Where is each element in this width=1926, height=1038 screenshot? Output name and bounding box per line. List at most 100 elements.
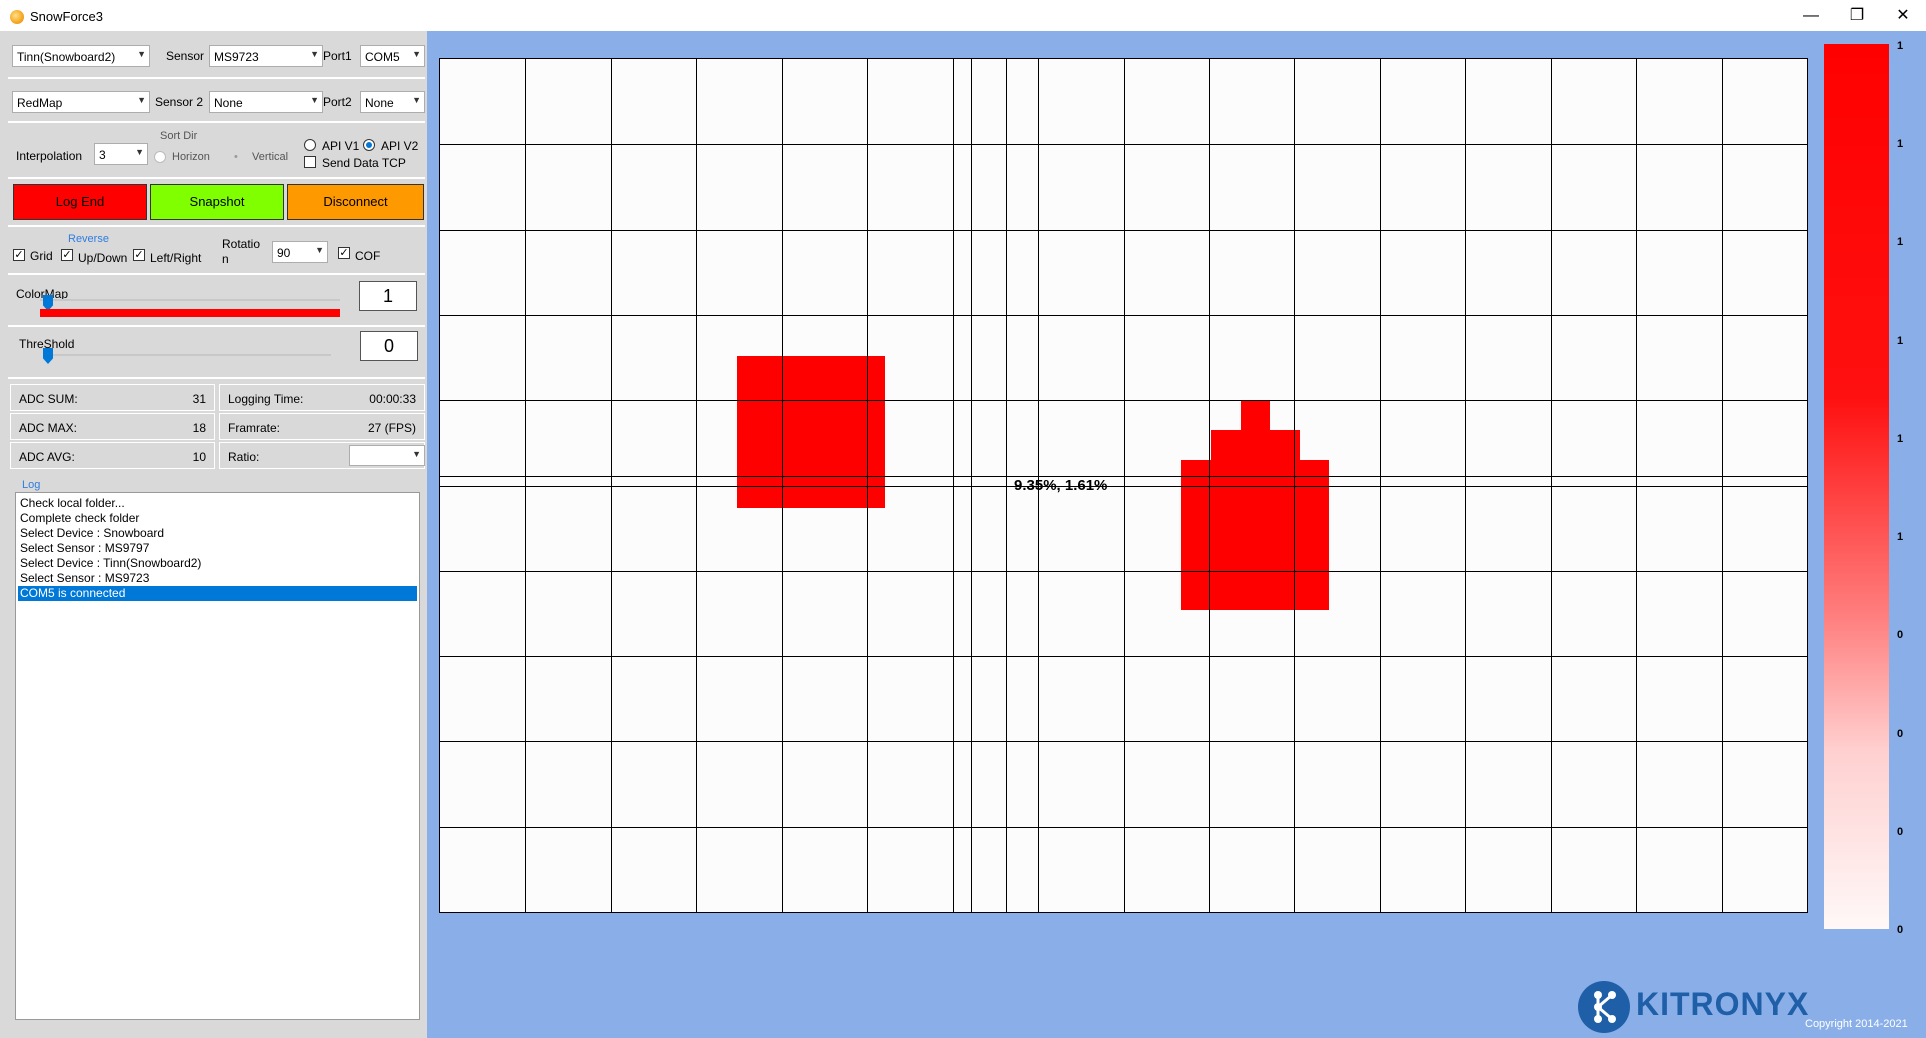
port1-value: COM5 [365, 50, 400, 64]
kitronyx-logo-text: KITRONYX [1636, 986, 1810, 1022]
logging-time-value: 00:00:33 [369, 392, 416, 406]
log-title: Log [22, 479, 41, 491]
chevron-down-icon: ▼ [137, 95, 146, 105]
adc-avg-label: ADC AVG: [19, 450, 75, 464]
log-item[interactable]: Select Device : Tinn(Snowboard2) [18, 556, 417, 571]
snapshot-button[interactable]: Snapshot [150, 184, 284, 220]
sort-dir-label: Sort Dir [160, 130, 198, 142]
chevron-down-icon: ▼ [412, 449, 421, 459]
api-v1-radio[interactable] [304, 139, 316, 151]
log-item[interactable]: COM5 is connected [18, 586, 417, 601]
port1-select[interactable]: COM5 ▼ [360, 45, 425, 67]
vertical-dot: • [234, 151, 238, 163]
updown-checkbox[interactable]: ✓ [61, 249, 73, 261]
framerate-cell: Framrate: 27 (FPS) [219, 413, 425, 440]
grid-checkbox[interactable]: ✓ [13, 249, 25, 261]
ratio-cell: Ratio: ▼ [219, 442, 425, 469]
logo-mark [1594, 991, 1616, 1023]
port2-select[interactable]: None ▼ [360, 91, 425, 113]
rotation-select[interactable]: 90 ▼ [272, 241, 328, 263]
api-v2-label: API V2 [381, 139, 419, 153]
log-list[interactable]: Check local folder... Complete check fold… [15, 492, 420, 1020]
sensor-value: MS9723 [214, 50, 259, 64]
device-select[interactable]: Tinn(Snowboard2) ▼ [12, 45, 150, 67]
threshold-slider-track [46, 354, 331, 356]
sensor2-label: Sensor 2 [155, 95, 204, 109]
adc-sum-label: ADC SUM: [19, 392, 78, 406]
port2-label: Port2 [323, 95, 352, 109]
colorbar-tick: 1 [1897, 432, 1904, 445]
window-title: SnowForce3 [30, 9, 103, 24]
adc-avg-cell: ADC AVG: 10 [10, 442, 215, 469]
title-bar: SnowForce3 — ❐ ✕ [0, 0, 1926, 31]
leftright-checkbox[interactable]: ✓ [133, 249, 145, 261]
colorbar [1824, 44, 1889, 929]
log-item[interactable]: Complete check folder [18, 511, 417, 526]
close-icon[interactable]: ✕ [1880, 0, 1926, 31]
chevron-down-icon: ▼ [412, 49, 421, 59]
adc-max-cell: ADC MAX: 18 [10, 413, 215, 440]
colorbar-tick: 0 [1897, 727, 1904, 740]
adc-sum-value: 31 [192, 392, 206, 406]
cof-readout: 9.35%, 1.61% [1014, 477, 1107, 494]
chevron-down-icon: ▼ [135, 147, 144, 157]
log-item[interactable]: Check local folder... [18, 496, 417, 511]
interpolation-value: 3 [99, 148, 106, 162]
sensor-select[interactable]: MS9723 ▼ [209, 45, 323, 67]
pressure-blob [737, 356, 885, 508]
ratio-select[interactable]: ▼ [349, 445, 425, 466]
reverse-label: Reverse [68, 233, 109, 245]
cof-label: COF [355, 249, 381, 263]
pressure-heatmap: 9.35%, 1.61% [439, 58, 1808, 913]
sensor2-select[interactable]: None ▼ [209, 91, 323, 113]
colormap-slider-track [40, 299, 340, 301]
chevron-down-icon: ▼ [137, 49, 146, 59]
sensor-label: Sensor [166, 49, 205, 63]
threshold-slider-row: ThreShold 0 [8, 327, 425, 379]
restore-icon[interactable]: ❐ [1834, 0, 1880, 31]
adc-sum-cell: ADC SUM: 31 [10, 384, 215, 411]
pressure-blob [1241, 400, 1270, 432]
adc-max-label: ADC MAX: [19, 421, 78, 435]
port1-label: Port1 [323, 49, 352, 63]
send-tcp-checkbox[interactable] [304, 156, 316, 168]
disconnect-button[interactable]: Disconnect [287, 184, 424, 220]
ratio-label: Ratio: [228, 450, 260, 464]
copyright: Copyright 2014-2021 [1805, 1018, 1908, 1030]
colormap-value-box[interactable]: 1 [359, 281, 417, 311]
threshold-value-box[interactable]: 0 [360, 331, 418, 361]
leftright-label: Left/Right [150, 251, 202, 265]
view-options-row: ✓ Grid Reverse ✓ Up/Down ✓ Left/Right Ro… [8, 229, 425, 275]
stats-panel: ADC SUM: 31 Logging Time: 00:00:33 ADC MAX… [8, 381, 425, 503]
horizon-label: Horizon [172, 151, 210, 163]
framerate-value: 27 (FPS) [367, 421, 416, 435]
log-item[interactable]: Select Sensor : MS9797 [18, 541, 417, 556]
log-item[interactable]: Select Sensor : MS9723 [18, 571, 417, 586]
pressure-blob [1181, 460, 1329, 610]
threshold-slider-thumb[interactable] [43, 348, 53, 364]
pressure-blob [1211, 430, 1300, 462]
interpolation-row: Interpolation 3 ▼ Sort Dir Horizon • Vert… [8, 125, 425, 179]
colormap-select[interactable]: RedMap ▼ [12, 91, 150, 113]
colorbar-tick: 0 [1897, 924, 1904, 936]
colormap-value: RedMap [17, 96, 63, 110]
log-item[interactable]: Select Device : Snowboard [18, 526, 417, 541]
horizon-radio[interactable] [154, 151, 166, 163]
colorbar-tick: 0 [1897, 629, 1904, 642]
rotation-label: Rotatio [222, 237, 261, 251]
kitronyx-logo-icon [1578, 981, 1630, 1033]
cof-checkbox[interactable]: ✓ [338, 247, 350, 259]
device-value: Tinn(Snowboard2) [17, 50, 116, 64]
log-end-button[interactable]: Log End [13, 184, 147, 220]
grid-label: Grid [30, 249, 53, 263]
chevron-down-icon: ▼ [310, 95, 319, 105]
framerate-label: Framrate: [228, 421, 281, 435]
colorbar-tick: 1 [1897, 138, 1904, 151]
interpolation-select[interactable]: 3 ▼ [94, 143, 148, 165]
api-v1-label: API V1 [322, 139, 360, 153]
adc-avg-value: 10 [192, 450, 206, 464]
colorbar-tick: 1 [1897, 236, 1904, 249]
port2-value: None [365, 96, 394, 110]
api-v2-radio[interactable] [363, 139, 375, 151]
minimize-icon[interactable]: — [1788, 0, 1834, 31]
